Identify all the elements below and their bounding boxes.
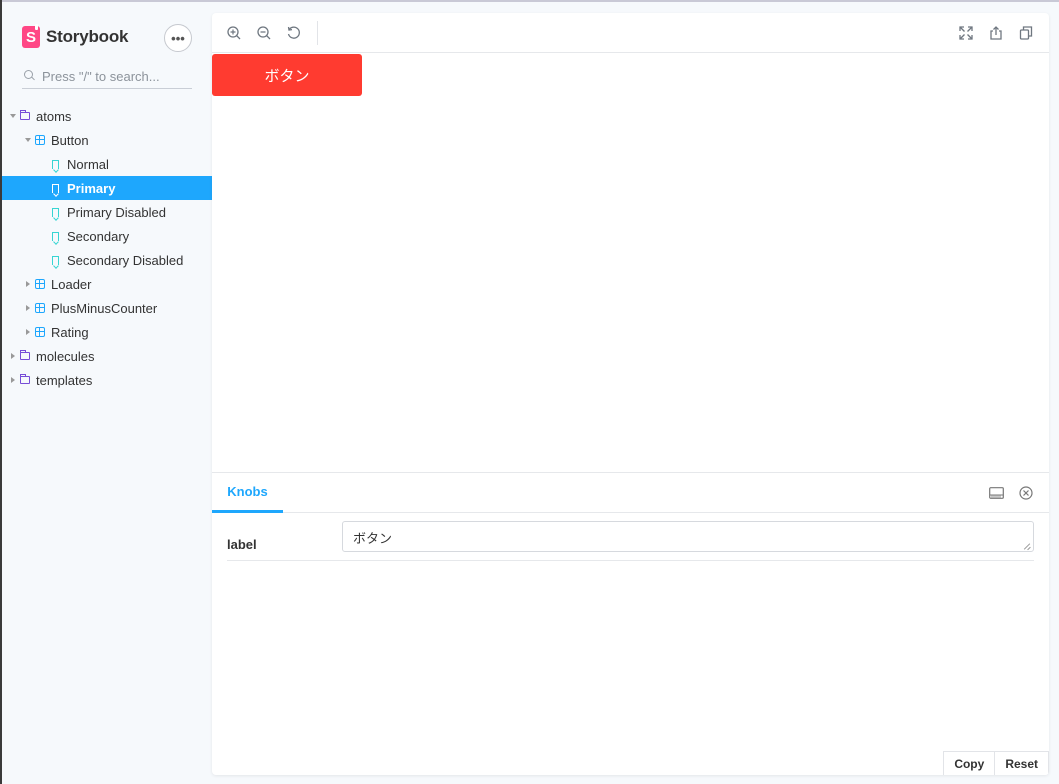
tree-item-label: templates xyxy=(36,372,93,388)
tree-item-label: Secondary xyxy=(67,228,130,244)
collapsed-arrow-icon xyxy=(10,377,16,383)
tree-item-button[interactable]: Button xyxy=(2,128,212,152)
story-bookmark-icon xyxy=(52,207,59,217)
tree-item-label: PlusMinusCounter xyxy=(51,300,158,316)
component-icon xyxy=(35,327,45,337)
knob-label-input[interactable]: ボタン xyxy=(342,521,1034,552)
story-tree: atoms Button Normal Primary Primary Disa… xyxy=(2,104,212,392)
story-bookmark-icon xyxy=(52,159,59,169)
tree-item-atoms[interactable]: atoms xyxy=(2,104,212,128)
component-icon xyxy=(35,303,45,313)
collapsed-arrow-icon xyxy=(10,353,16,359)
toolbar-divider xyxy=(317,21,318,45)
sidebar: S Storybook ••• atoms Button Normal Prim… xyxy=(2,2,212,784)
folder-icon xyxy=(20,350,30,360)
tab-knobs[interactable]: Knobs xyxy=(212,473,283,513)
more-menu-button[interactable]: ••• xyxy=(164,24,192,52)
tree-item-loader[interactable]: Loader xyxy=(2,272,212,296)
component-icon xyxy=(35,135,45,145)
brand-name: Storybook xyxy=(46,27,129,46)
story-bookmark-icon xyxy=(52,255,59,265)
panel-position-icon[interactable] xyxy=(988,485,1004,501)
folder-icon xyxy=(20,110,30,120)
collapsed-arrow-icon xyxy=(25,281,31,287)
tree-item-templates[interactable]: templates xyxy=(2,368,212,392)
tree-item-plusminuscounter[interactable]: PlusMinusCounter xyxy=(2,296,212,320)
expanded-arrow-icon xyxy=(10,113,16,119)
knob-actions: Copy Reset xyxy=(943,751,1049,775)
addons-panel: Knobs label ボタン Copy Reset xyxy=(212,472,1049,775)
zoom-reset-icon[interactable] xyxy=(284,23,304,43)
tree-item-primary-disabled[interactable]: Primary Disabled xyxy=(2,200,212,224)
resize-grip-icon[interactable] xyxy=(1024,542,1031,549)
knob-label: label xyxy=(227,537,257,552)
zoom-out-icon[interactable] xyxy=(254,23,274,43)
tree-item-label: Loader xyxy=(51,276,92,292)
tree-item-normal[interactable]: Normal xyxy=(2,152,212,176)
tree-item-label: Primary xyxy=(67,180,116,196)
copy-button[interactable]: Copy xyxy=(943,751,996,775)
tree-item-primary[interactable]: Primary xyxy=(2,176,212,200)
fullscreen-icon[interactable] xyxy=(956,23,976,43)
tree-item-label: Normal xyxy=(67,156,109,172)
tree-item-label: Button xyxy=(51,132,89,148)
tree-item-label: Primary Disabled xyxy=(67,204,166,220)
search-input[interactable] xyxy=(42,68,192,84)
close-panel-icon[interactable] xyxy=(1018,485,1034,501)
tree-item-label: Secondary Disabled xyxy=(67,252,184,268)
tree-item-label: atoms xyxy=(36,108,72,124)
tree-item-molecules[interactable]: molecules xyxy=(2,344,212,368)
storybook-logo-icon: S xyxy=(22,24,40,48)
expanded-arrow-icon xyxy=(25,137,31,143)
brand[interactable]: S Storybook xyxy=(22,24,128,50)
addons-tabbar: Knobs xyxy=(212,473,1049,513)
reset-button[interactable]: Reset xyxy=(995,751,1049,775)
tree-item-label: molecules xyxy=(36,348,95,364)
zoom-in-icon[interactable] xyxy=(224,23,244,43)
tree-item-rating[interactable]: Rating xyxy=(2,320,212,344)
folder-icon xyxy=(20,374,30,384)
knob-input-value: ボタン xyxy=(353,532,393,547)
story-bookmark-icon xyxy=(52,183,59,193)
ellipsis-icon: ••• xyxy=(171,30,185,46)
tree-item-secondary-disabled[interactable]: Secondary Disabled xyxy=(2,248,212,272)
tree-item-secondary[interactable]: Secondary xyxy=(2,224,212,248)
collapsed-arrow-icon xyxy=(25,329,31,335)
component-icon xyxy=(35,279,45,289)
search-box xyxy=(22,64,192,89)
copy-link-icon[interactable] xyxy=(1016,23,1036,43)
share-icon[interactable] xyxy=(986,23,1006,43)
story-preview-canvas: ボタン xyxy=(212,54,1049,472)
tree-item-label: Rating xyxy=(51,324,89,340)
search-icon xyxy=(23,69,37,83)
collapsed-arrow-icon xyxy=(25,305,31,311)
knob-row-label: label ボタン xyxy=(227,521,1034,561)
main-panel: ボタン Knobs label ボタン Copy Reset xyxy=(212,13,1049,775)
preview-toolbar xyxy=(212,13,1049,53)
story-bookmark-icon xyxy=(52,231,59,241)
preview-button[interactable]: ボタン xyxy=(212,54,362,96)
